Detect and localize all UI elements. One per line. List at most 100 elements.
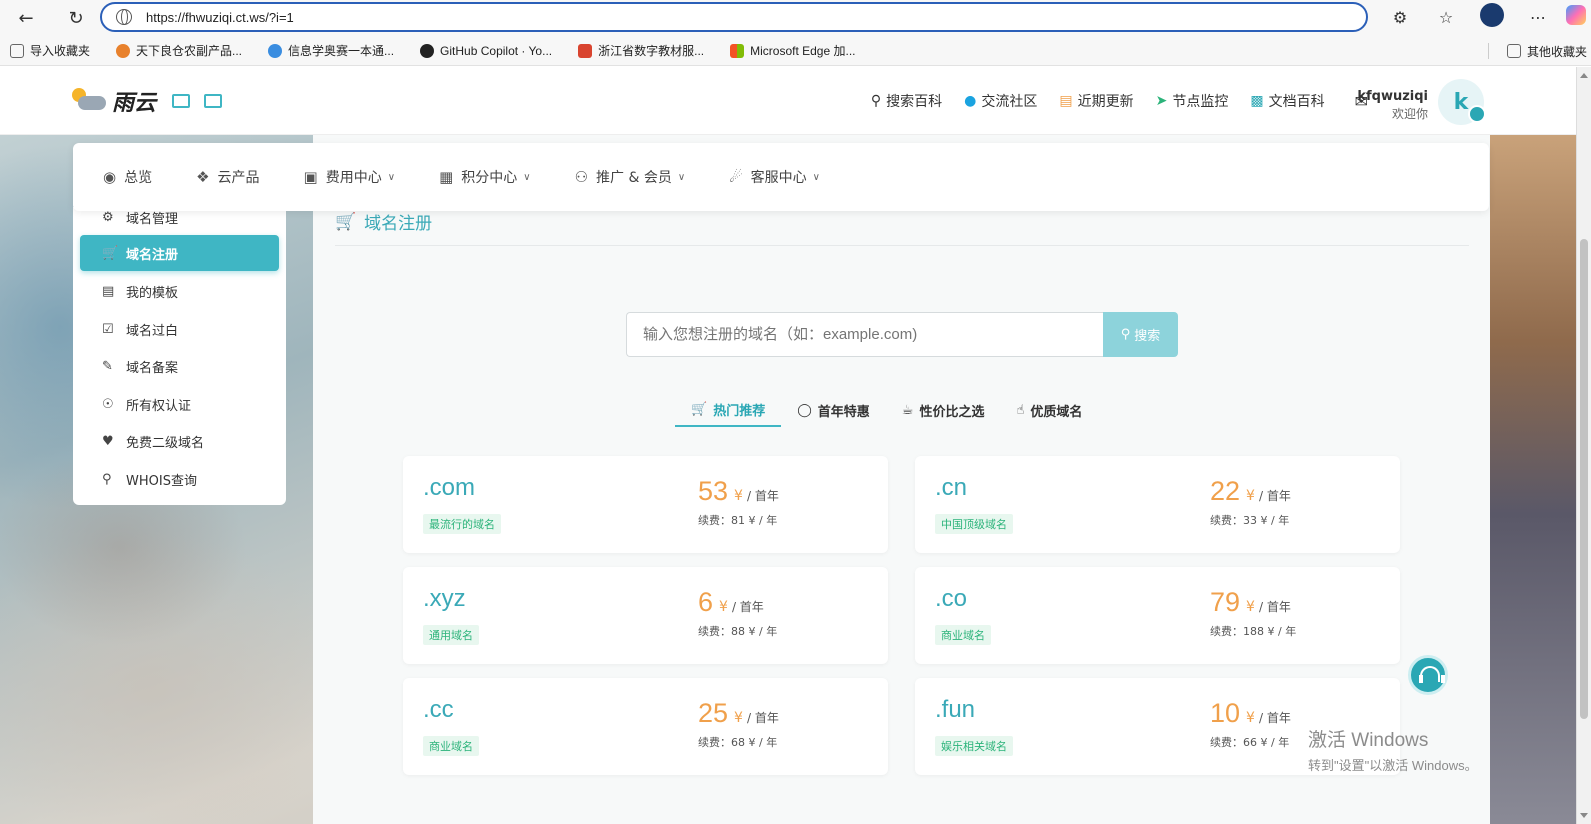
site-favicon-icon bbox=[116, 43, 131, 58]
site-logo[interactable]: 雨云 bbox=[72, 85, 223, 117]
chevron-down-icon: ∨ bbox=[677, 171, 686, 183]
folder-icon bbox=[10, 43, 24, 58]
headset-icon: ☄ bbox=[729, 168, 743, 186]
header-nav-monitor[interactable]: ➤ 节点监控 bbox=[1156, 91, 1229, 111]
domain-tld: .co bbox=[935, 585, 968, 612]
domain-price: 6 ¥ / 首年 bbox=[698, 587, 764, 617]
domain-tag: 最流行的域名 bbox=[423, 514, 501, 534]
bookmark-item[interactable]: 天下良仓农副产品... bbox=[116, 42, 242, 59]
domain-tag: 商业域名 bbox=[935, 625, 991, 645]
sidebar-item-ownership[interactable]: ☉ 所有权认证 bbox=[80, 386, 279, 422]
nav-overview[interactable]: ◉ 总览 bbox=[103, 167, 152, 187]
bookmarks-divider bbox=[1487, 43, 1489, 59]
edit-icon: ✎ bbox=[102, 358, 113, 374]
domain-renew: 续费：88 ¥ / 年 bbox=[698, 625, 778, 638]
header-nav-community[interactable]: ● 交流社区 bbox=[964, 91, 1037, 111]
main-nav: ◉ 总览 ❖ 云产品 ▣ 费用中心 ∨ ▦ 积分中心 ∨ ⚇ 推广 & 会员 ∨ ☄ 客服中心 ∨ bbox=[73, 143, 1489, 211]
header-nav-search[interactable]: ⚲ 搜索百科 bbox=[871, 91, 942, 111]
tab-hot[interactable]: 🛒 热门推荐 bbox=[675, 393, 782, 427]
thumbs-up-icon: ☝ bbox=[1016, 402, 1025, 418]
search-button[interactable]: ⚲ 搜索 bbox=[1103, 312, 1178, 357]
user-info[interactable]: kfqwuziqi 欢迎你 bbox=[1357, 89, 1428, 122]
dashboard-icon: ◉ bbox=[103, 168, 117, 186]
nav-support[interactable]: ☄ 客服中心 ∨ bbox=[729, 167, 820, 187]
more-icon[interactable]: ⋯ bbox=[1515, 8, 1561, 27]
browser-actions: ⚙ ☆ ⋯ bbox=[1377, 0, 1591, 34]
translate-icon[interactable] bbox=[204, 94, 223, 108]
refresh-icon[interactable]: ↻ bbox=[58, 3, 94, 33]
bookmark-item[interactable]: GitHub Copilot · Yo... bbox=[420, 43, 552, 58]
site-header: 雨云 ⚲ 搜索百科 ● 交流社区 ▤ 近期更新 ➤ 节点监控 ▩ 文档百科 ✉ kfqwu… bbox=[0, 67, 1576, 135]
cogs-icon: ⚙ bbox=[102, 209, 114, 225]
username: kfqwuziqi bbox=[1357, 89, 1428, 104]
sidebar-item-filing[interactable]: ✎ 域名备案 bbox=[80, 348, 279, 384]
domain-card[interactable]: .xyz 通用域名 6 ¥ / 首年 续费：88 ¥ / 年 bbox=[403, 567, 888, 664]
domain-price: 53 ¥ / 首年 bbox=[698, 476, 779, 506]
sidebar-item-free-subdomain[interactable]: ♥ 免费二级域名 bbox=[80, 423, 279, 459]
tab-value[interactable]: ☕ 性价比之选 bbox=[886, 393, 1001, 427]
windows-activation-watermark: 激活 Windows 转到"设置"以激活 Windows。 bbox=[1308, 730, 1478, 773]
sidebar-item-whois[interactable]: ⚲ WHOIS查询 bbox=[80, 461, 279, 497]
domain-tld: .xyz bbox=[423, 585, 466, 612]
address-bar[interactable]: https://fhwuziqi.ct.ws/?i=1 bbox=[100, 2, 1368, 32]
nav-cloud-products[interactable]: ❖ 云产品 bbox=[196, 167, 259, 187]
domain-price: 10 ¥ / 首年 bbox=[1210, 698, 1291, 728]
domain-card[interactable]: .cn 中国顶级域名 22 ¥ / 首年 续费：33 ¥ / 年 bbox=[915, 456, 1400, 553]
search-icon: ⚲ bbox=[870, 93, 882, 109]
tab-first-year[interactable]: ◯ 首年特惠 bbox=[781, 393, 886, 427]
domain-card[interactable]: .com 最流行的域名 53 ¥ / 首年 续费：81 ¥ / 年 bbox=[403, 456, 888, 553]
sidebar-item-whitelist[interactable]: ☑ 域名过白 bbox=[80, 311, 279, 347]
domain-search: ⚲搜索 bbox=[626, 312, 1178, 357]
coffee-icon: ☕ bbox=[901, 402, 914, 418]
page-viewport: 雨云 ⚲ 搜索百科 ● 交流社区 ▤ 近期更新 ➤ 节点监控 ▩ 文档百科 ✉ kfqwu… bbox=[0, 67, 1576, 824]
site-favicon-icon bbox=[268, 43, 283, 58]
page-scrollbar[interactable] bbox=[1576, 67, 1591, 824]
nav-points[interactable]: ▦ 积分中心 ∨ bbox=[439, 167, 531, 187]
back-icon[interactable]: ← bbox=[8, 3, 44, 33]
scroll-down-icon[interactable] bbox=[1580, 813, 1588, 818]
domain-tag: 娱乐相关域名 bbox=[935, 736, 1013, 756]
favorites-icon[interactable]: ☆ bbox=[1423, 8, 1469, 27]
header-nav-updates[interactable]: ▤ 近期更新 bbox=[1059, 91, 1133, 111]
chevron-down-icon: ∨ bbox=[523, 171, 531, 183]
extensions-icon[interactable]: ⚙ bbox=[1377, 8, 1423, 27]
nav-promotion[interactable]: ⚇ 推广 & 会员 ∨ bbox=[575, 167, 686, 187]
site-favicon-icon bbox=[578, 43, 593, 58]
background-artwork bbox=[1490, 135, 1576, 824]
support-chat-icon[interactable] bbox=[1408, 655, 1448, 695]
qq-icon: ● bbox=[964, 93, 977, 109]
image-icon[interactable] bbox=[172, 94, 191, 108]
title-divider bbox=[335, 245, 1469, 246]
bookmark-item[interactable]: 导入收藏夹 bbox=[10, 42, 90, 59]
bookmark-item[interactable]: 信息学奥赛一本通... bbox=[268, 42, 394, 59]
domain-search-input[interactable] bbox=[626, 312, 1103, 357]
scroll-up-icon[interactable] bbox=[1580, 73, 1588, 78]
sidebar-item-domain-manage[interactable]: ⚙ 域名管理 bbox=[80, 207, 279, 235]
bookmark-item[interactable]: Microsoft Edge 加... bbox=[730, 42, 856, 59]
profile-icon[interactable] bbox=[1480, 3, 1504, 27]
tag-icon: ◯ bbox=[797, 402, 812, 418]
cart-plus-icon: 🛒 bbox=[335, 211, 357, 232]
cubes-icon: ❖ bbox=[196, 168, 210, 186]
avatar[interactable]: k bbox=[1438, 79, 1486, 125]
github-icon bbox=[420, 43, 435, 58]
domain-renew: 续费：68 ¥ / 年 bbox=[698, 736, 778, 749]
bookmark-item[interactable]: 浙江省数字教材服... bbox=[578, 42, 704, 59]
sidebar-item-templates[interactable]: ▤ 我的模板 bbox=[80, 273, 279, 309]
nav-billing[interactable]: ▣ 费用中心 ∨ bbox=[304, 167, 396, 187]
check-square-icon: ☑ bbox=[102, 321, 114, 337]
copilot-icon[interactable] bbox=[1566, 5, 1586, 25]
microsoft-icon bbox=[730, 43, 745, 58]
other-bookmarks[interactable]: 其他收藏夹 bbox=[1506, 43, 1587, 60]
heart-icon: ♥ bbox=[102, 433, 114, 449]
domain-tabs: 🛒 热门推荐 ◯ 首年特惠 ☕ 性价比之选 ☝ 优质域名 bbox=[675, 393, 1098, 427]
domain-renew: 续费：66 ¥ / 年 bbox=[1210, 736, 1290, 749]
header-nav-docs[interactable]: ▩ 文档百科 bbox=[1250, 91, 1324, 111]
scrollbar-thumb[interactable] bbox=[1580, 239, 1588, 719]
sidebar-item-domain-register[interactable]: 🛒 域名注册 bbox=[80, 235, 279, 271]
domain-renew: 续费：81 ¥ / 年 bbox=[698, 514, 778, 527]
domain-card[interactable]: .co 商业域名 79 ¥ / 首年 续费：188 ¥ / 年 bbox=[915, 567, 1400, 664]
id-card-icon: ▤ bbox=[102, 283, 115, 299]
domain-card[interactable]: .cc 商业域名 25 ¥ / 首年 续费：68 ¥ / 年 bbox=[403, 678, 888, 775]
tab-premium[interactable]: ☝ 优质域名 bbox=[1000, 393, 1098, 427]
